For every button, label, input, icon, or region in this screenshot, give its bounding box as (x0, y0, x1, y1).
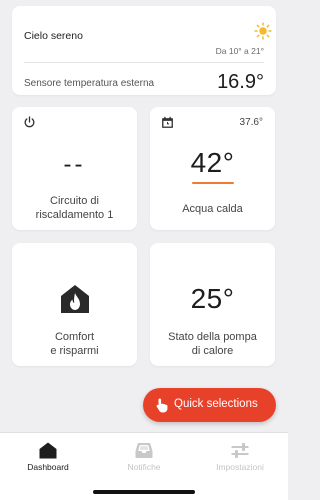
hot-water-setpoint: 42° (190, 147, 235, 178)
nav-impostazioni[interactable]: Impostazioni (192, 433, 288, 481)
heating-circuit-value: -- (63, 151, 86, 178)
sensor-value: 16.9° (217, 71, 264, 93)
tile-label: Circuito di riscaldamento 1 (16, 194, 133, 222)
tile-label-line2: e risparmi (50, 345, 99, 357)
tile-label-line1: Comfort (54, 331, 95, 343)
nav-dashboard[interactable]: Dashboard (0, 433, 96, 481)
tile-heat-pump-status[interactable]: 25° Stato della pompa di calore (150, 243, 275, 366)
tile-label: Stato della pompa di calore (154, 330, 271, 358)
tile-heating-circuit[interactable]: -- Circuito di riscaldamento 1 (12, 107, 137, 230)
quick-selections-label: Quick selections (174, 398, 258, 410)
weather-range: Da 10° a 21° (215, 46, 264, 56)
home-indicator (93, 490, 195, 494)
temperature-indicator-bar (192, 182, 234, 184)
tile-label-line2: di calore (191, 345, 234, 357)
calendar-clock-icon (162, 116, 173, 128)
home-icon (39, 442, 57, 459)
tile-hot-water[interactable]: 37.6° 42° Acqua calda (150, 107, 275, 230)
bottom-navigation: Dashboard Notifiche Impostazioni (0, 432, 288, 500)
weather-card[interactable]: Cielo sereno Da 10° a 21° Sensore temper… (12, 6, 276, 95)
sensor-label: Sensore temperatura esterna (24, 78, 155, 89)
tile-label-line1: Circuito di (50, 195, 99, 207)
tile-label-line2: riscaldamento 1 (35, 209, 114, 221)
nav-label: Impostazioni (216, 462, 264, 472)
sliders-icon (231, 443, 249, 458)
nav-notifiche[interactable]: Notifiche (96, 433, 192, 481)
dashboard-screen: Cielo sereno Da 10° a 21° Sensore temper… (0, 0, 288, 500)
hand-pointer-icon (156, 398, 168, 413)
tile-label: Acqua calda (182, 203, 243, 215)
house-flame-icon (61, 285, 89, 313)
heat-pump-value: 25° (190, 283, 235, 314)
quick-selections-button[interactable]: Quick selections (143, 388, 276, 422)
tile-label: Comfort e risparmi (16, 330, 133, 358)
weather-condition: Cielo sereno (24, 30, 83, 42)
nav-label: Dashboard (27, 462, 69, 472)
sun-icon (254, 22, 272, 40)
tile-comfort-savings[interactable]: Comfort e risparmi (12, 243, 137, 366)
power-icon (24, 116, 35, 128)
tile-label-line1: Stato della pompa (168, 331, 257, 343)
nav-label: Notifiche (127, 462, 161, 472)
divider (24, 62, 264, 63)
inbox-icon (135, 443, 153, 458)
hot-water-actual-temp: 37.6° (239, 117, 263, 128)
